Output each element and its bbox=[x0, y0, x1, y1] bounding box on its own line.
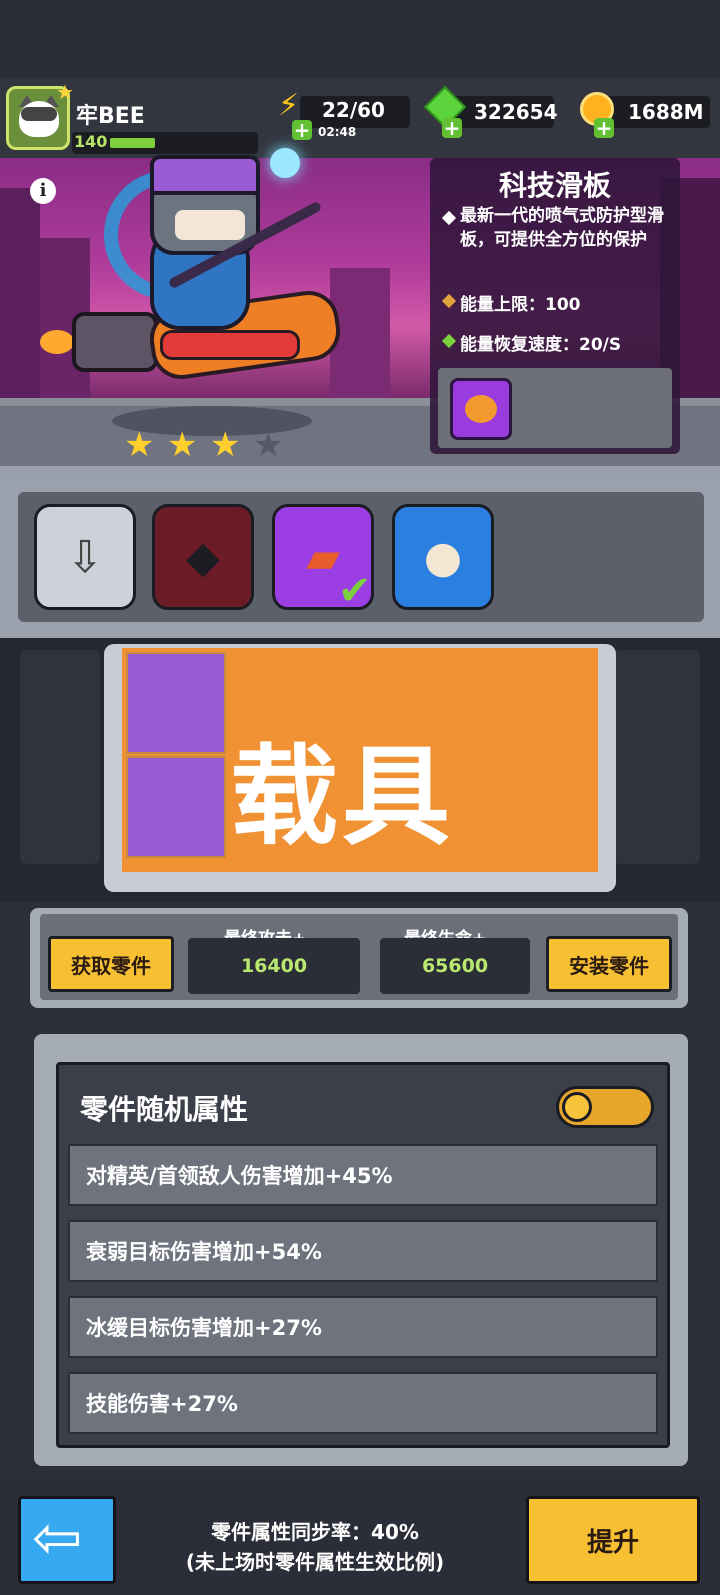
add-gems-button[interactable]: + bbox=[442, 118, 462, 138]
purple-pad bbox=[126, 756, 226, 858]
skill-icon[interactable] bbox=[450, 378, 512, 440]
sync-rate: 零件属性同步率：40% bbox=[211, 1520, 419, 1544]
energy-cap: 能量上限：100 bbox=[460, 295, 581, 315]
attribute-row: 技能伤害+27% bbox=[68, 1372, 658, 1434]
energy-recovery: 能量恢复速度：20/S bbox=[460, 335, 622, 355]
gadget-icon: ● bbox=[423, 531, 463, 583]
add-energy-button[interactable]: + bbox=[292, 120, 312, 140]
star-filled-icon: ★ bbox=[167, 425, 198, 465]
hp-value: 65600 bbox=[380, 938, 530, 994]
upgrade-button[interactable]: 提升 bbox=[526, 1496, 700, 1584]
skateboard-deck bbox=[160, 330, 300, 360]
star-empty-icon: ★ bbox=[253, 425, 284, 465]
attributes-title: 零件随机属性 bbox=[80, 1093, 249, 1126]
sync-note: (未上场时零件属性生效比例) bbox=[185, 1550, 445, 1574]
star-filled-icon: ★ bbox=[210, 425, 241, 465]
item-name: 科技滑板 bbox=[498, 169, 611, 202]
hero-hat bbox=[150, 155, 260, 195]
toggle-knob[interactable] bbox=[562, 1092, 592, 1122]
vehicle-side-right bbox=[614, 650, 700, 864]
level-progress-fill bbox=[110, 138, 155, 148]
attribute-row: 衰弱目标伤害增加+54% bbox=[68, 1220, 658, 1282]
info-icon[interactable]: i bbox=[30, 178, 56, 204]
download-icon: ⇩ bbox=[66, 531, 104, 583]
staff-spark bbox=[270, 148, 300, 178]
attribute-row: 冰缓目标伤害增加+27% bbox=[68, 1296, 658, 1358]
vehicle-side-left bbox=[20, 650, 100, 864]
player-name: 牢BEE bbox=[76, 104, 145, 129]
coin-value: 1688M bbox=[628, 100, 704, 124]
dark-beast-icon: ◆ bbox=[186, 531, 220, 583]
attribute-row: 对精英/首领敌人伤害增加+45% bbox=[68, 1144, 658, 1206]
purple-pad bbox=[126, 652, 226, 754]
hero-face bbox=[175, 210, 245, 240]
energy-value: 22/60 bbox=[322, 98, 385, 122]
gem-value: 322654 bbox=[474, 100, 558, 124]
back-arrow-icon: ⇦ bbox=[32, 1503, 83, 1573]
install-parts-button[interactable]: 安装零件 bbox=[546, 936, 672, 992]
jet-engine bbox=[72, 312, 158, 372]
attack-value: 16400 bbox=[188, 938, 360, 994]
get-parts-button[interactable]: 获取零件 bbox=[48, 936, 174, 992]
energy-timer: 02:48 bbox=[318, 125, 357, 139]
divider bbox=[0, 466, 720, 476]
player-level: 140 bbox=[74, 132, 108, 151]
slot-vehicle-2[interactable]: ◆ bbox=[152, 504, 254, 610]
star-filled-icon: ★ bbox=[124, 425, 155, 465]
check-icon: ✔ bbox=[338, 568, 372, 614]
star-badge-icon: ★ bbox=[56, 80, 74, 104]
item-description: 最新一代的喷气式防护型滑板，可提供全方位的保护 bbox=[460, 206, 664, 250]
slot-vehicle-4[interactable]: ● bbox=[392, 504, 494, 610]
slot-unequip[interactable]: ⇩ bbox=[34, 504, 136, 610]
status-bar bbox=[0, 0, 720, 78]
vehicle-title: 载具 bbox=[230, 735, 455, 860]
jet-flame bbox=[40, 330, 74, 354]
add-coins-button[interactable]: + bbox=[594, 118, 614, 138]
